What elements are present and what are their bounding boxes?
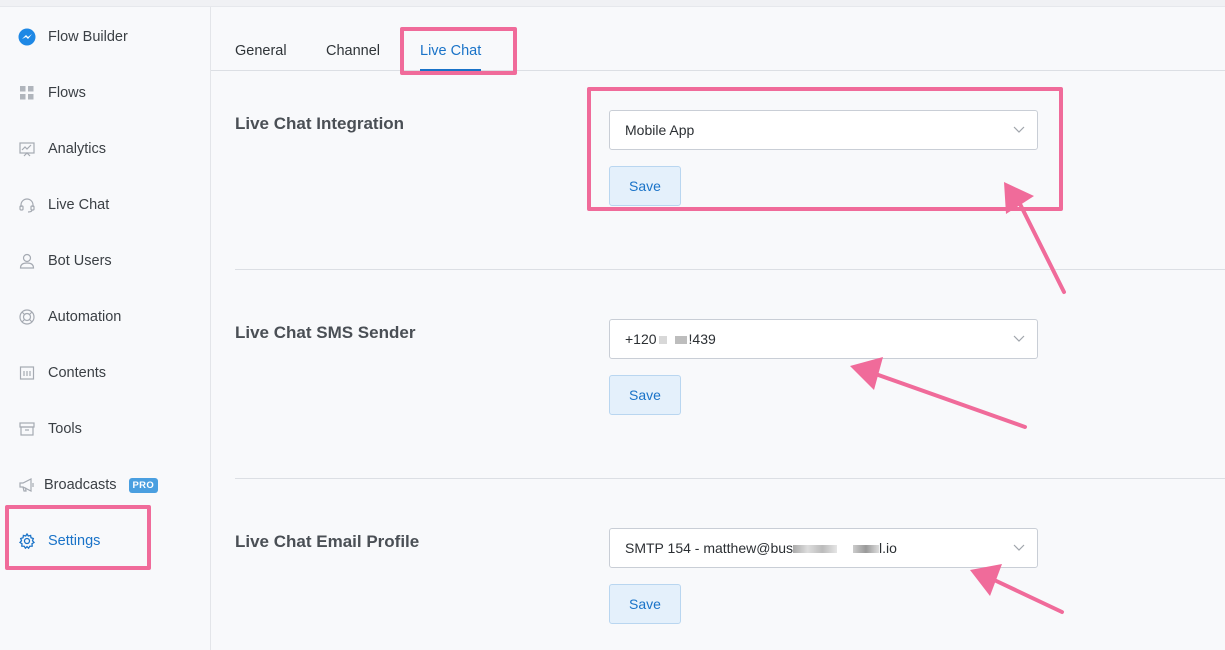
sidebar-item-analytics[interactable]: Analytics: [0, 129, 210, 169]
save-integration-button[interactable]: Save: [609, 166, 681, 206]
tab-live-chat[interactable]: Live Chat: [420, 43, 481, 59]
chart-icon: [18, 140, 36, 158]
sidebar-item-label: Bot Users: [48, 253, 112, 269]
chevron-down-icon: [1013, 126, 1025, 133]
pro-badge: PRO: [128, 477, 159, 493]
lifebuoy-icon: [18, 308, 36, 326]
user-icon: [18, 252, 36, 270]
sidebar-item-flows[interactable]: Flows: [0, 73, 210, 113]
sidebar-item-label: Live Chat: [48, 197, 110, 213]
headset-icon: [18, 196, 36, 214]
section-divider: [235, 478, 1225, 479]
live-chat-integration-title: Live Chat Integration: [235, 114, 405, 133]
settings-tabs: General Channel Live Chat: [211, 7, 1225, 71]
sidebar-item-tools[interactable]: Tools: [0, 409, 210, 449]
live-chat-sms-sender-select[interactable]: +120 !439: [609, 319, 1038, 359]
select-value: +120 !439: [625, 331, 1013, 347]
redacted-block: [674, 336, 687, 345]
settings-main: General Channel Live Chat Live Chat Inte…: [211, 7, 1225, 650]
sidebar-item-label: Analytics: [48, 141, 107, 157]
sidebar-item-live-chat[interactable]: Live Chat: [0, 185, 210, 225]
sidebar-item-automation[interactable]: Automation: [0, 297, 210, 337]
save-email-profile-button[interactable]: Save: [609, 584, 681, 624]
sidebar-item-flow-builder[interactable]: Flow Builder: [0, 17, 210, 57]
grid-icon: [18, 84, 36, 102]
sidebar-item-bot-users[interactable]: Bot Users: [0, 241, 210, 281]
section-divider: [235, 269, 1225, 270]
select-value: Mobile App: [625, 122, 695, 138]
sidebar-item-settings[interactable]: Settings: [0, 521, 210, 561]
sidebar-item-broadcasts[interactable]: Broadcasts PRO: [0, 465, 210, 505]
redacted-block: [853, 545, 880, 554]
live-chat-email-profile-title: Live Chat Email Profile: [235, 532, 420, 551]
redacted-block: [658, 336, 667, 345]
sidebar-item-label: Flows: [48, 85, 86, 101]
redacted-gap: [837, 545, 853, 553]
tab-channel[interactable]: Channel: [326, 43, 380, 59]
sidebar-item-label: Broadcasts: [44, 477, 117, 493]
live-chat-email-profile-select[interactable]: SMTP 154 - matthew@bus l.io: [609, 528, 1038, 568]
calendar-icon: [18, 364, 36, 382]
sidebar-item-label: Flow Builder: [48, 29, 128, 45]
sidebar-item-label: Tools: [48, 421, 82, 437]
email-prefix: SMTP 154 - matthew@bus: [625, 540, 794, 556]
megaphone-icon: [18, 476, 36, 494]
save-sms-sender-button[interactable]: Save: [609, 375, 681, 415]
redacted-block: [793, 545, 838, 554]
phone-prefix: +120: [625, 331, 657, 347]
sidebar: Flow Builder Flows Analytics Live Chat B…: [0, 7, 211, 650]
live-chat-integration-select[interactable]: Mobile App: [609, 110, 1038, 150]
messenger-icon: [18, 28, 36, 46]
email-suffix: l.io: [879, 540, 897, 556]
select-value: SMTP 154 - matthew@bus l.io: [625, 540, 1013, 556]
sidebar-item-label: Settings: [48, 533, 101, 549]
phone-suffix: !439: [688, 331, 716, 347]
sidebar-item-label: Automation: [48, 309, 122, 325]
gear-icon: [18, 532, 36, 550]
sidebar-item-label: Contents: [48, 365, 107, 381]
tab-general[interactable]: General: [235, 43, 287, 59]
chevron-down-icon: [1013, 544, 1025, 551]
archive-icon: [18, 420, 36, 438]
top-bar: [0, 0, 1225, 7]
active-tab-indicator: [420, 69, 481, 71]
chevron-down-icon: [1013, 335, 1025, 342]
sidebar-item-contents[interactable]: Contents: [0, 353, 210, 393]
live-chat-sms-sender-title: Live Chat SMS Sender: [235, 323, 416, 342]
